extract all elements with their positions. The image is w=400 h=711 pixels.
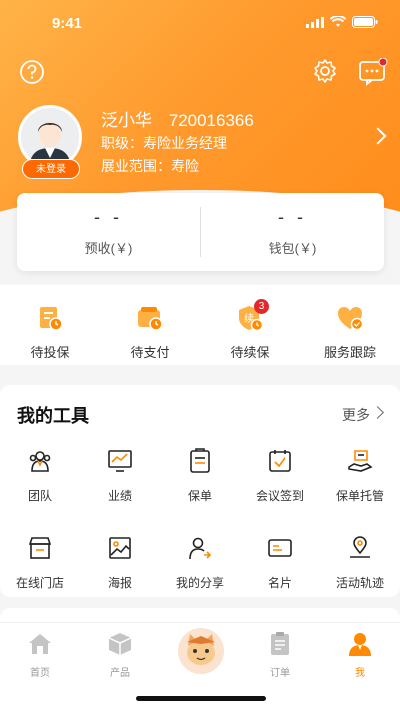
order-pending-renew[interactable]: 续 3 待续保 xyxy=(200,285,300,365)
tool-policy[interactable]: 保单 xyxy=(160,448,240,504)
order-label: 服务跟踪 xyxy=(323,345,376,360)
order-label: 待续保 xyxy=(230,345,270,360)
renew-count-badge: 3 xyxy=(254,299,269,314)
tool-performance[interactable]: 业绩 xyxy=(80,448,160,504)
service-track-icon xyxy=(338,307,364,331)
order-pending-insure[interactable]: 待投保 xyxy=(0,285,100,365)
profile-name-line: 泛小华 720016366 xyxy=(101,106,266,131)
section-title: 我的工具 xyxy=(17,406,89,426)
activity-track-icon xyxy=(350,536,370,558)
balance-prepaid-value: - - xyxy=(94,207,123,227)
tool-poster[interactable]: 海报 xyxy=(80,535,160,591)
tool-policy-custody[interactable]: 保单托管 xyxy=(320,448,400,504)
chevron-right-icon[interactable] xyxy=(371,406,384,419)
poster-icon xyxy=(109,537,131,559)
tool-label: 名片 xyxy=(267,576,292,590)
tab-label: 我 xyxy=(355,668,365,679)
tool-meeting-checkin[interactable]: 会议签到 xyxy=(240,448,320,504)
order-label: 待投保 xyxy=(30,345,70,360)
tab-label: 订单 xyxy=(270,668,290,679)
user-rank: 职级：寿险业务经理 xyxy=(101,135,227,151)
team-icon xyxy=(29,451,51,472)
wallet-pending-icon xyxy=(138,307,163,331)
balance-card: - - 预收(￥) - - 钱包(￥) xyxy=(17,193,384,271)
status-icons xyxy=(306,16,378,28)
tool-activity-track[interactable]: 活动轨迹 xyxy=(320,535,400,591)
my-tools-section: 我的工具 更多 团队 业绩 保单 会议签到 保单托管 在线门店 海报 我的分享 … xyxy=(0,385,400,597)
performance-icon xyxy=(108,450,132,472)
policy-custody-icon xyxy=(348,450,373,472)
tool-label: 业绩 xyxy=(107,489,132,503)
wifi-icon xyxy=(330,16,346,27)
business-card-icon xyxy=(268,539,292,557)
login-status-badge[interactable]: 未登录 xyxy=(22,159,80,179)
battery-icon xyxy=(352,16,378,28)
tool-label: 活动轨迹 xyxy=(335,576,384,590)
tool-my-share[interactable]: 我的分享 xyxy=(160,535,240,591)
message-icon[interactable] xyxy=(358,57,388,86)
tool-label: 我的分享 xyxy=(175,576,224,590)
mascot-avatar-icon xyxy=(178,628,224,674)
balance-prepaid-label: 预收(￥) xyxy=(84,241,133,256)
tool-business-card[interactable]: 名片 xyxy=(240,535,320,591)
order-status-bar: 待投保 待支付 续 3 待续保 服务跟踪 xyxy=(0,285,400,365)
tool-row: 团队 业绩 保单 会议签到 保单托管 xyxy=(0,448,400,504)
tool-label: 在线门店 xyxy=(15,576,64,590)
settings-gear-icon[interactable] xyxy=(312,58,338,84)
user-scope: 展业范围：寿险 xyxy=(101,158,199,174)
tab-label: 产品 xyxy=(110,668,130,679)
home-icon xyxy=(29,634,51,654)
tab-label: 首页 xyxy=(30,668,50,679)
user-name: 泛小华 xyxy=(101,111,152,130)
signal-icon xyxy=(306,16,324,28)
tab-home[interactable]: 首页 xyxy=(0,623,80,711)
tool-label: 保单托管 xyxy=(335,489,384,503)
user-id: 720016366 xyxy=(168,111,254,130)
more-link[interactable]: 更多 xyxy=(342,405,370,425)
meeting-checkin-icon xyxy=(269,450,291,472)
tool-row: 在线门店 海报 我的分享 名片 活动轨迹 xyxy=(0,535,400,591)
product-icon xyxy=(108,633,132,655)
balance-prepaid[interactable]: - - 预收(￥) xyxy=(17,193,200,271)
me-icon xyxy=(349,633,371,656)
status-bar: 9:41 xyxy=(0,0,400,44)
balance-wallet-label: 钱包(￥) xyxy=(268,241,317,256)
order-icon xyxy=(271,632,289,655)
home-indicator xyxy=(136,696,266,701)
tool-label: 保单 xyxy=(187,489,212,503)
share-icon xyxy=(189,537,212,560)
order-label: 待支付 xyxy=(130,345,170,360)
tool-online-store[interactable]: 在线门店 xyxy=(0,535,80,591)
tool-label: 海报 xyxy=(107,576,132,590)
order-service-track[interactable]: 服务跟踪 xyxy=(300,285,400,365)
default-user-avatar-icon xyxy=(21,108,79,166)
policy-icon xyxy=(190,448,210,473)
online-store-icon xyxy=(28,537,52,559)
order-pending-pay[interactable]: 待支付 xyxy=(100,285,200,365)
status-time: 9:41 xyxy=(52,15,83,32)
policy-pending-icon xyxy=(40,307,63,331)
tool-label: 团队 xyxy=(27,489,52,503)
tool-team[interactable]: 团队 xyxy=(0,448,80,504)
tab-me[interactable]: 我 xyxy=(320,623,400,711)
balance-wallet-value: - - xyxy=(278,207,307,227)
help-icon[interactable] xyxy=(19,59,45,85)
tool-label: 会议签到 xyxy=(255,489,304,503)
balance-wallet[interactable]: - - 钱包(￥) xyxy=(201,193,384,271)
